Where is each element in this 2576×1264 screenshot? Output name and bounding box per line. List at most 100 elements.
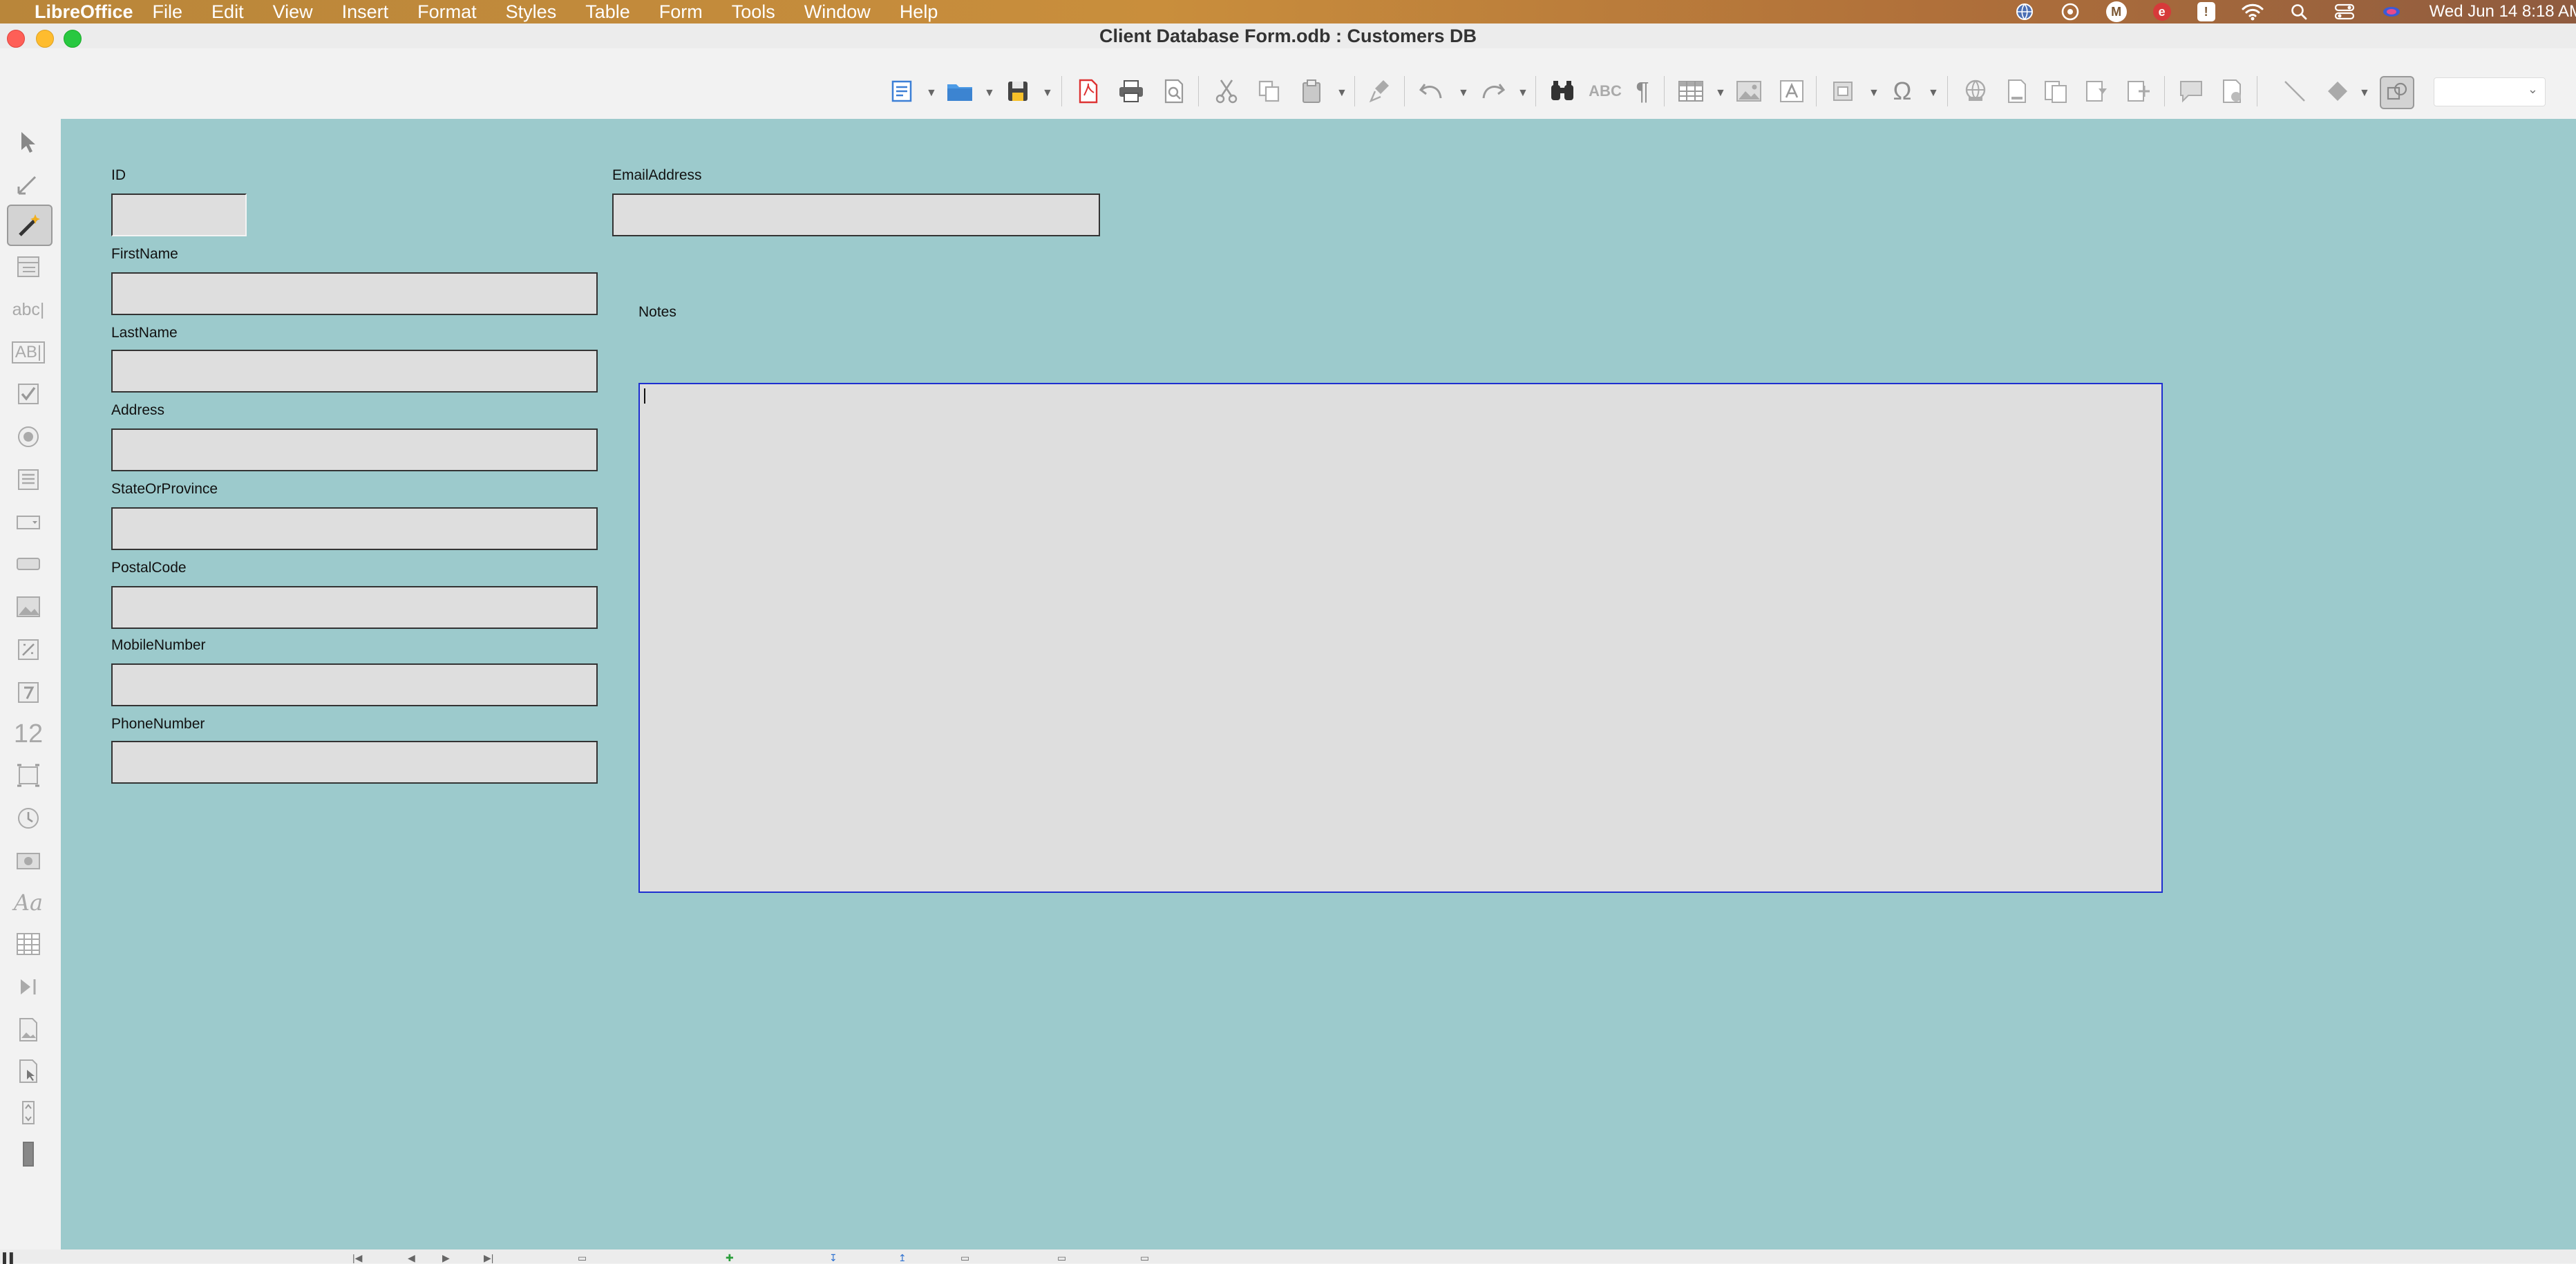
insert-bookmark-icon[interactable] xyxy=(2081,76,2113,106)
notes-textarea[interactable] xyxy=(638,383,2163,893)
save-dropdown-icon[interactable]: ▼ xyxy=(1042,87,1053,100)
save-record-icon[interactable]: ▭ xyxy=(578,1252,587,1264)
search-icon[interactable] xyxy=(2290,3,2308,21)
print-icon[interactable] xyxy=(1115,76,1147,106)
formatting-marks-icon[interactable]: ¶ xyxy=(1627,76,1658,106)
push-button-icon[interactable] xyxy=(7,545,50,583)
form-navigator-icon[interactable] xyxy=(7,1052,50,1091)
spin-button-icon[interactable] xyxy=(7,1093,50,1132)
print-preview-icon[interactable] xyxy=(1158,76,1190,106)
last-record-icon[interactable]: ▶| xyxy=(484,1252,493,1264)
app-menu[interactable]: LibreOffice xyxy=(35,1,133,23)
insert-line-icon[interactable] xyxy=(2279,76,2311,106)
last-name-field[interactable] xyxy=(111,350,598,393)
insert-endnote-icon[interactable] xyxy=(2040,76,2072,106)
file-selection-icon[interactable] xyxy=(7,842,50,880)
font-size-box[interactable]: ⌄ xyxy=(2434,77,2546,106)
menu-view[interactable]: View xyxy=(273,1,313,23)
cut-icon[interactable] xyxy=(1211,76,1242,106)
text-box-icon[interactable]: AB| xyxy=(7,333,50,372)
scrollbar-icon[interactable] xyxy=(7,1135,50,1173)
insert-field-icon[interactable] xyxy=(1827,76,1859,106)
menu-form[interactable]: Form xyxy=(659,1,703,23)
menu-edit[interactable]: Edit xyxy=(211,1,244,23)
image-control-icon[interactable] xyxy=(7,1010,50,1049)
shapes-dropdown-icon[interactable]: ▼ xyxy=(2359,87,2370,100)
formatted-field-icon[interactable] xyxy=(7,630,50,669)
menu-help[interactable]: Help xyxy=(900,1,938,23)
copy-icon[interactable] xyxy=(1253,76,1285,106)
numeric-field-icon[interactable]: 12 xyxy=(7,715,50,753)
previous-record-icon[interactable]: ◀ xyxy=(408,1252,415,1264)
spelling-icon[interactable]: ABC xyxy=(1589,76,1622,106)
insert-textbox-icon[interactable] xyxy=(1776,76,1808,106)
e-app-icon[interactable]: e xyxy=(2152,3,2171,21)
undo-dropdown-icon[interactable]: ▼ xyxy=(1458,87,1469,100)
state-or-province-field[interactable] xyxy=(111,507,598,550)
control-wizards-icon[interactable] xyxy=(7,205,53,246)
insert-table-icon[interactable] xyxy=(1675,76,1707,106)
group-box-icon[interactable] xyxy=(7,756,50,795)
refresh-icon[interactable]: ✚ xyxy=(726,1252,734,1264)
menu-tools[interactable]: Tools xyxy=(732,1,775,23)
font-work-icon[interactable]: Aa xyxy=(7,883,50,922)
id-field[interactable] xyxy=(111,194,247,236)
check-box-icon[interactable] xyxy=(7,375,50,413)
wifi-icon[interactable] xyxy=(2242,3,2264,21)
new-dropdown-icon[interactable]: ▼ xyxy=(926,87,937,100)
menu-window[interactable]: Window xyxy=(804,1,871,23)
save-icon[interactable] xyxy=(1002,76,1034,106)
open-dropdown-icon[interactable]: ▼ xyxy=(984,87,995,100)
sync-icon[interactable] xyxy=(2061,2,2080,21)
design-mode-icon[interactable] xyxy=(7,164,50,203)
insert-hyperlink-icon[interactable] xyxy=(1960,76,1991,106)
select-pointer-icon[interactable] xyxy=(7,123,50,162)
redo-icon[interactable] xyxy=(1477,76,1509,106)
menu-styles[interactable]: Styles xyxy=(506,1,557,23)
mobile-number-field[interactable] xyxy=(111,663,598,706)
insert-image-icon[interactable] xyxy=(1733,76,1765,106)
basic-shapes-icon[interactable] xyxy=(2322,76,2354,106)
date-field-icon[interactable] xyxy=(7,673,50,712)
special-character-dropdown-icon[interactable]: ▼ xyxy=(1928,87,1939,100)
paste-icon[interactable] xyxy=(1296,76,1328,106)
undo-icon[interactable] xyxy=(1415,76,1447,106)
sort-ascending-icon[interactable]: ↧ xyxy=(829,1252,837,1264)
table-control-icon[interactable] xyxy=(7,925,50,963)
track-changes-icon[interactable] xyxy=(2217,76,2248,106)
redo-dropdown-icon[interactable]: ▼ xyxy=(1517,87,1528,100)
m-app-icon[interactable]: M xyxy=(2105,1,2127,22)
minimize-window-button[interactable] xyxy=(36,30,54,48)
combo-box-icon[interactable] xyxy=(7,503,50,542)
menu-file[interactable]: File xyxy=(153,1,183,23)
vpn-globe-icon[interactable] xyxy=(2015,2,2034,21)
time-field-icon[interactable] xyxy=(7,799,50,838)
navigation-bar-icon[interactable] xyxy=(7,968,50,1006)
table-dropdown-icon[interactable]: ▼ xyxy=(1715,87,1726,100)
menu-format[interactable]: Format xyxy=(417,1,477,23)
zoom-window-button[interactable] xyxy=(64,30,82,48)
postal-code-field[interactable] xyxy=(111,586,598,629)
clone-formatting-icon[interactable] xyxy=(1364,76,1396,106)
paste-dropdown-icon[interactable]: ▼ xyxy=(1336,87,1347,100)
find-replace-icon[interactable] xyxy=(1546,76,1578,106)
first-name-field[interactable] xyxy=(111,272,598,315)
close-window-button[interactable] xyxy=(7,30,25,48)
address-field[interactable] xyxy=(111,428,598,471)
special-character-icon[interactable]: Ω xyxy=(1886,76,1918,106)
alert-icon[interactable]: ! xyxy=(2197,2,2215,21)
next-record-icon[interactable]: ▶ xyxy=(442,1252,450,1264)
phone-number-field[interactable] xyxy=(111,741,598,784)
draw-functions-icon[interactable] xyxy=(2380,76,2414,109)
menu-table[interactable]: Table xyxy=(585,1,630,23)
field-dropdown-icon[interactable]: ▼ xyxy=(1868,87,1879,100)
insert-comment-icon[interactable] xyxy=(2175,76,2207,106)
form-properties-icon[interactable]: ▭ xyxy=(1140,1252,1149,1264)
insert-cross-reference-icon[interactable] xyxy=(2123,76,2154,106)
siri-icon[interactable] xyxy=(2381,4,2402,19)
menu-insert[interactable]: Insert xyxy=(342,1,389,23)
menubar-clock[interactable]: Wed Jun 14 8:18 AM xyxy=(2430,2,2576,21)
email-address-field[interactable] xyxy=(612,194,1100,236)
record-icon[interactable]: ▌▌ xyxy=(3,1252,17,1263)
list-box-icon[interactable] xyxy=(7,460,50,499)
